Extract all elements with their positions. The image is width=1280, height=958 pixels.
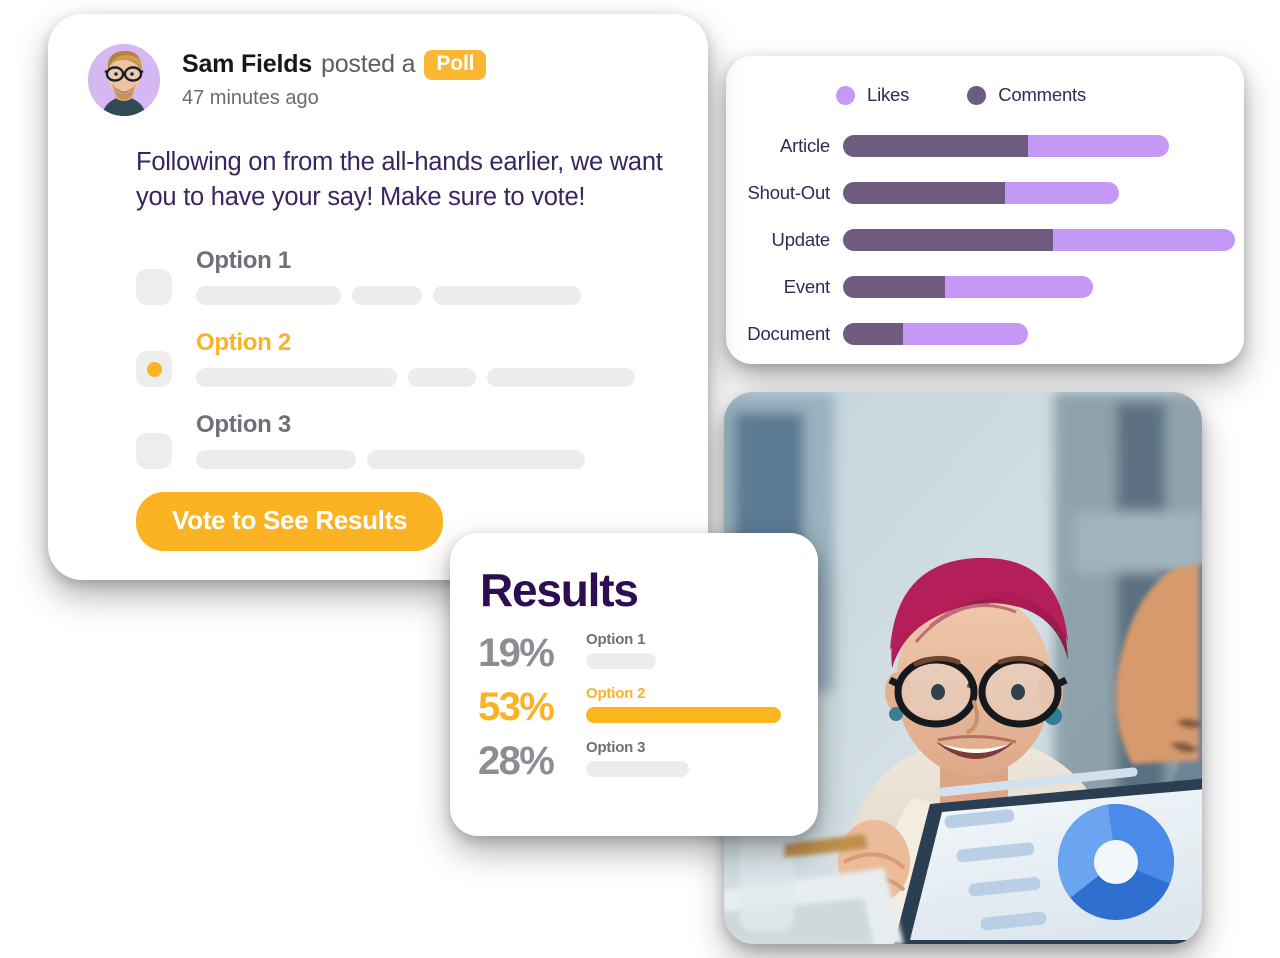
result-progress-bar xyxy=(586,653,656,669)
composition-stage: Likes Comments Article Shout-Out Update Eve… xyxy=(0,0,1280,958)
chart-stacked-bar[interactable] xyxy=(843,275,1093,298)
poll-option-content: Option 1 xyxy=(196,247,581,306)
results-title: Results xyxy=(480,564,639,616)
engagement-chart-card: Likes Comments Article Shout-Out Update Eve… xyxy=(726,56,1244,364)
result-percentage: 28% xyxy=(478,739,555,783)
chart-row: Event xyxy=(726,263,1244,310)
poll-option-label: Option 2 xyxy=(196,329,291,357)
poll-options-list: Option 1 Option 2 Option 3 xyxy=(136,247,708,470)
poll-option-placeholder-bars xyxy=(196,450,585,470)
result-percentage: 53% xyxy=(478,685,555,729)
poll-option-label: Option 1 xyxy=(196,247,291,275)
avatar-illustration xyxy=(88,44,160,116)
poll-option-label: Option 3 xyxy=(196,411,291,439)
placeholder-bar xyxy=(367,450,585,470)
results-rows: 19% Option 1 53% Option 2 28% Option 3 xyxy=(450,617,818,781)
chart-category-label: Article xyxy=(780,134,830,156)
placeholder-bar xyxy=(196,368,397,388)
chart-category-label: Event xyxy=(783,275,831,297)
result-percentage: 19% xyxy=(478,631,555,675)
result-detail: Option 2 xyxy=(586,685,781,727)
chart-row: Update xyxy=(726,216,1244,263)
placeholder-bar xyxy=(196,286,341,306)
radio-dot-icon xyxy=(146,361,162,377)
chart-category-label: Shout-Out xyxy=(747,181,830,203)
chart-row: Document xyxy=(726,310,1244,357)
chart-stacked-bar[interactable] xyxy=(843,181,1119,204)
chart-category-label: Update xyxy=(771,228,831,250)
legend-item-likes[interactable]: Likes xyxy=(836,84,909,106)
poll-header-text: Sam Fields posted a Poll 47 minutes ago xyxy=(182,49,487,110)
placeholder-bar xyxy=(433,286,581,306)
vote-to-see-results-button[interactable]: Vote to See Results xyxy=(136,492,444,551)
posted-label: posted a xyxy=(321,50,416,79)
chart-segment-likes xyxy=(945,275,1093,298)
placeholder-bar xyxy=(196,450,356,470)
radio-unselected[interactable] xyxy=(136,433,172,470)
poll-option-placeholder-bars xyxy=(196,286,581,306)
chart-segment-likes xyxy=(1005,181,1119,204)
poll-option-placeholder-bars xyxy=(196,368,635,388)
chart-row: Shout-Out xyxy=(726,169,1244,216)
poll-results-card: Results 19% Option 1 53% Option 2 28% Option … xyxy=(450,533,818,836)
radio-selected[interactable] xyxy=(136,351,172,388)
radio-unselected[interactable] xyxy=(136,269,172,306)
legend-label-comments: Comments xyxy=(998,84,1087,105)
legend-label-likes: Likes xyxy=(867,84,910,105)
chart-legend: Likes Comments xyxy=(726,56,1244,106)
poll-option-row[interactable]: Option 2 xyxy=(136,329,708,388)
chart-segment-likes xyxy=(903,322,1028,345)
result-option-label: Option 2 xyxy=(586,685,646,702)
chart-segment-likes xyxy=(1053,228,1235,251)
chart-segment-comments xyxy=(843,228,1053,251)
chart-row: Article xyxy=(726,122,1244,169)
poll-type-badge: Poll xyxy=(424,49,487,81)
result-row: 53% Option 2 xyxy=(478,685,818,727)
chart-stacked-bar[interactable] xyxy=(843,322,1028,345)
chart-segment-comments xyxy=(843,322,903,345)
result-option-label: Option 3 xyxy=(586,739,646,756)
poll-option-row[interactable]: Option 1 xyxy=(136,247,708,306)
chart-category-label: Document xyxy=(747,322,830,344)
placeholder-bar xyxy=(408,368,476,388)
avatar xyxy=(88,44,160,116)
result-progress-bar xyxy=(586,761,689,777)
placeholder-bar xyxy=(352,286,422,306)
result-detail: Option 1 xyxy=(586,631,656,673)
result-detail: Option 3 xyxy=(586,739,689,781)
poll-option-content: Option 3 xyxy=(196,411,585,470)
poll-body-text: Following on from the all-hands earlier,… xyxy=(136,148,663,212)
poll-post-card: Sam Fields posted a Poll 47 minutes ago … xyxy=(48,14,708,580)
post-timestamp: 47 minutes ago xyxy=(182,87,319,110)
result-row: 28% Option 3 xyxy=(478,739,818,781)
result-option-label: Option 1 xyxy=(586,631,646,648)
result-progress-bar xyxy=(586,707,781,723)
post-author: Sam Fields xyxy=(182,50,312,79)
result-row: 19% Option 1 xyxy=(478,631,818,673)
chart-segment-comments xyxy=(843,275,945,298)
legend-item-comments[interactable]: Comments xyxy=(967,84,1086,106)
comments-legend-dot xyxy=(967,85,987,105)
chart-segment-likes xyxy=(1028,134,1169,157)
likes-legend-dot xyxy=(836,85,855,105)
chart-segment-comments xyxy=(843,134,1028,157)
chart-segment-comments xyxy=(843,181,1005,204)
poll-option-row[interactable]: Option 3 xyxy=(136,411,708,470)
chart-stacked-bar[interactable] xyxy=(843,228,1235,251)
poll-header: Sam Fields posted a Poll 47 minutes ago xyxy=(48,14,708,116)
chart-stacked-bar[interactable] xyxy=(843,134,1169,157)
placeholder-bar xyxy=(487,368,635,388)
chart-bar-rows: Article Shout-Out Update Event Document xyxy=(726,122,1244,357)
poll-option-content: Option 2 xyxy=(196,329,635,388)
